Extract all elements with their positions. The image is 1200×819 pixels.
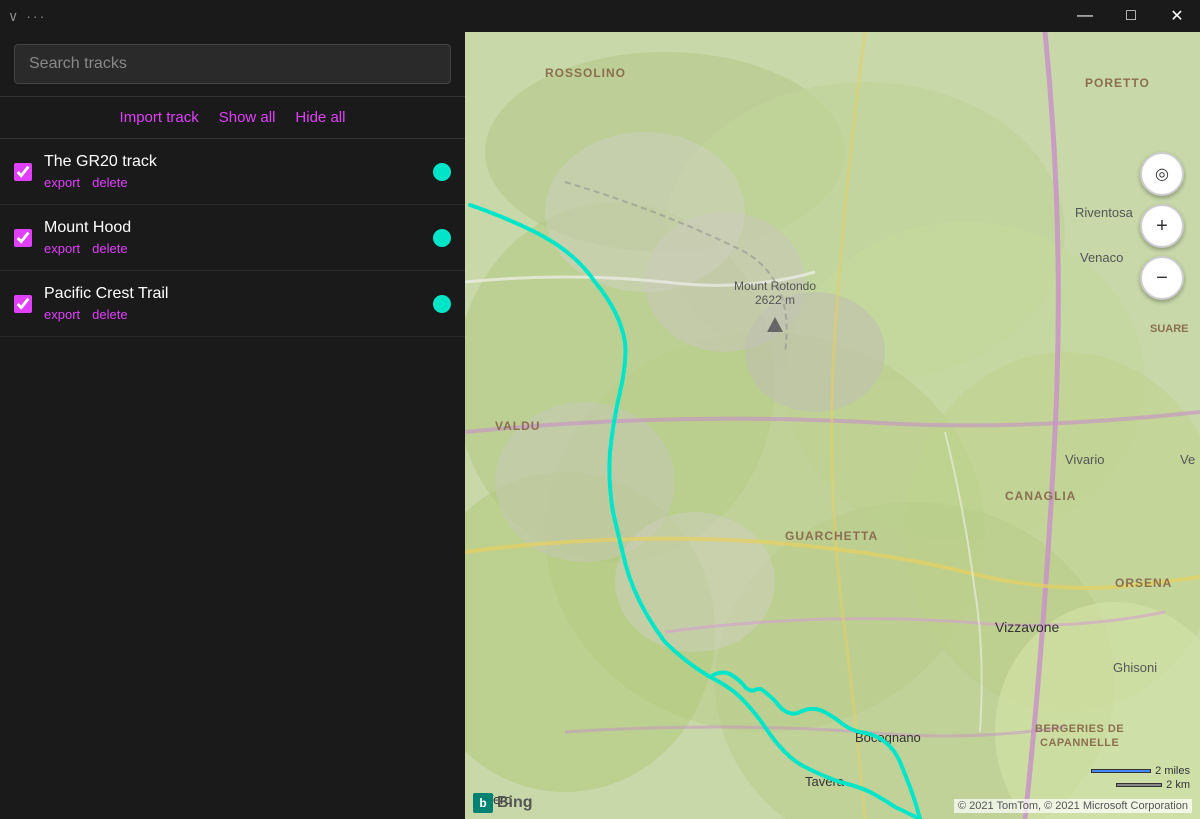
- track-info-1: Mount Hood export delete: [44, 219, 421, 256]
- close-button[interactable]: ✕: [1154, 0, 1200, 32]
- delete-link-2[interactable]: delete: [92, 307, 127, 322]
- svg-text:Ghisoni: Ghisoni: [1113, 660, 1157, 675]
- zoom-out-icon: −: [1156, 267, 1168, 290]
- title-bar: ∨ ··· — □ ✕: [0, 0, 1200, 32]
- svg-text:CAPANNELLE: CAPANNELLE: [1040, 737, 1119, 749]
- svg-text:GUARCHETTA: GUARCHETTA: [785, 529, 878, 543]
- bing-icon: b: [473, 793, 493, 813]
- track-checkbox-2[interactable]: [14, 295, 32, 313]
- map-scale: 2 miles 2 km: [1091, 765, 1190, 791]
- maximize-button[interactable]: □: [1108, 0, 1154, 32]
- delete-link-0[interactable]: delete: [92, 175, 127, 190]
- left-panel: Import track Show all Hide all The GR20 …: [0, 32, 465, 819]
- svg-text:SUARE: SUARE: [1150, 323, 1189, 335]
- svg-text:ORSENA: ORSENA: [1115, 576, 1172, 590]
- track-actions-0: export delete: [44, 175, 421, 190]
- track-indicator-0: [433, 163, 451, 181]
- bing-logo: b Bing: [473, 793, 533, 813]
- location-button[interactable]: ◎: [1140, 152, 1184, 196]
- svg-text:Ve: Ve: [1180, 452, 1195, 467]
- tracks-list: The GR20 track export delete Mount Hood …: [0, 139, 465, 819]
- actions-bar: Import track Show all Hide all: [0, 97, 465, 139]
- map-area[interactable]: ROSSOLINO PORETTO Riventosa Venaco Mount…: [465, 32, 1200, 819]
- hide-all-link[interactable]: Hide all: [295, 109, 345, 126]
- scale-km-label: 2 km: [1166, 779, 1190, 791]
- scale-bar-miles: [1091, 769, 1151, 773]
- chevron-icon: ∨: [8, 8, 18, 25]
- export-link-2[interactable]: export: [44, 307, 80, 322]
- delete-link-1[interactable]: delete: [92, 241, 127, 256]
- track-item-0: The GR20 track export delete: [0, 139, 465, 205]
- window-controls: — □ ✕: [1062, 0, 1200, 32]
- show-all-link[interactable]: Show all: [219, 109, 276, 126]
- search-input[interactable]: [14, 44, 451, 84]
- svg-text:ROSSOLINO: ROSSOLINO: [545, 66, 626, 80]
- zoom-out-button[interactable]: −: [1140, 256, 1184, 300]
- minimize-button[interactable]: —: [1062, 0, 1108, 32]
- zoom-in-button[interactable]: +: [1140, 204, 1184, 248]
- svg-text:Vizzavone: Vizzavone: [995, 619, 1060, 635]
- scale-bar-km: [1116, 783, 1162, 787]
- map-attribution: © 2021 TomTom, © 2021 Microsoft Corporat…: [954, 799, 1192, 813]
- track-item-1: Mount Hood export delete: [0, 205, 465, 271]
- export-link-0[interactable]: export: [44, 175, 80, 190]
- svg-text:Vivario: Vivario: [1065, 452, 1105, 467]
- svg-text:2622 m: 2622 m: [755, 293, 795, 307]
- track-checkbox-0[interactable]: [14, 163, 32, 181]
- svg-text:PORETTO: PORETTO: [1085, 76, 1150, 90]
- svg-text:Venaco: Venaco: [1080, 250, 1123, 265]
- scale-km-row: 2 km: [1116, 779, 1190, 791]
- track-indicator-1: [433, 229, 451, 247]
- svg-text:BERGERIES DE: BERGERIES DE: [1035, 723, 1124, 735]
- map-controls: ◎ + −: [1140, 152, 1184, 300]
- track-name-1: Mount Hood: [44, 219, 421, 237]
- svg-text:Riventosa: Riventosa: [1075, 205, 1134, 220]
- svg-text:VALDU: VALDU: [495, 419, 540, 433]
- track-actions-2: export delete: [44, 307, 421, 322]
- export-link-1[interactable]: export: [44, 241, 80, 256]
- location-icon: ◎: [1155, 164, 1169, 184]
- track-item-2: Pacific Crest Trail export delete: [0, 271, 465, 337]
- scale-miles-label: 2 miles: [1155, 765, 1190, 777]
- zoom-in-icon: +: [1156, 215, 1168, 238]
- track-name-2: Pacific Crest Trail: [44, 285, 421, 303]
- svg-text:CANAGLIA: CANAGLIA: [1005, 489, 1076, 503]
- main-content: Import track Show all Hide all The GR20 …: [0, 32, 1200, 819]
- track-info-0: The GR20 track export delete: [44, 153, 421, 190]
- track-name-0: The GR20 track: [44, 153, 421, 171]
- menu-dots-icon: ···: [26, 8, 46, 24]
- track-indicator-2: [433, 295, 451, 313]
- svg-text:Mount Rotondo: Mount Rotondo: [734, 279, 816, 293]
- map-svg: ROSSOLINO PORETTO Riventosa Venaco Mount…: [465, 32, 1200, 819]
- bing-label: Bing: [497, 794, 533, 812]
- track-checkbox-1[interactable]: [14, 229, 32, 247]
- import-track-link[interactable]: Import track: [120, 109, 199, 126]
- track-info-2: Pacific Crest Trail export delete: [44, 285, 421, 322]
- track-actions-1: export delete: [44, 241, 421, 256]
- scale-miles-row: 2 miles: [1091, 765, 1190, 777]
- search-container: [0, 32, 465, 97]
